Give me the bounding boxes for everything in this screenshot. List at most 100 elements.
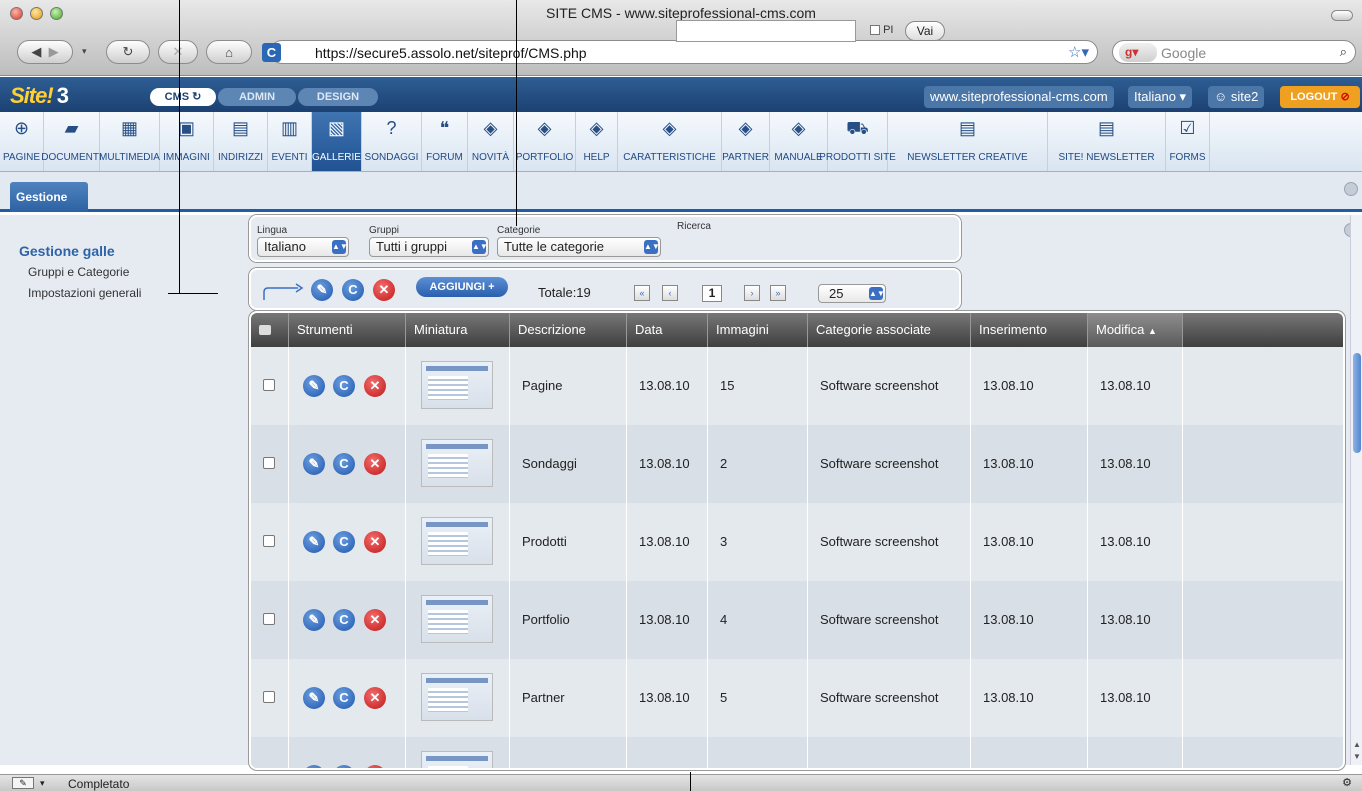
toolbar-multimedia[interactable]: ▦ MULTIMEDIA xyxy=(99,112,160,171)
row-checkbox[interactable] xyxy=(263,379,275,391)
language-select[interactable]: Italiano ▾ xyxy=(1128,86,1193,108)
add-button[interactable]: AGGIUNGI + xyxy=(416,277,508,297)
delete-button[interactable]: ✕ xyxy=(364,375,386,397)
copy-button[interactable]: C xyxy=(333,375,355,397)
copy-button[interactable]: C xyxy=(333,453,355,475)
last-page-button[interactable]: » xyxy=(770,285,786,301)
toolbar-site-newsletter[interactable]: ▤ SITE! NEWSLETTER xyxy=(1048,112,1166,171)
toolbar-partner[interactable]: ◈ PARTNER xyxy=(722,112,770,171)
bulk-delete-button[interactable]: ✕ xyxy=(373,279,395,301)
descrizione-cell[interactable]: Partner xyxy=(510,659,627,737)
scroll-down-icon[interactable]: ▼ xyxy=(1353,752,1361,761)
toolbar-gallerie[interactable]: ▧ GALLERIE xyxy=(312,112,362,171)
reload-button[interactable]: ↻ xyxy=(106,40,150,64)
descrizione-cell[interactable]: Novità xyxy=(510,737,627,768)
header-inserimento[interactable]: Inserimento xyxy=(971,313,1088,347)
user-link[interactable]: ☺ site2 xyxy=(1208,86,1265,108)
toolbar-help[interactable]: ◈ HELP xyxy=(576,112,618,171)
edit-button[interactable]: ✎ xyxy=(303,765,325,768)
next-page-button[interactable]: › xyxy=(744,285,760,301)
sidebar-item-gruppi-categorie[interactable]: Gruppi e Categorie xyxy=(28,265,129,279)
row-checkbox[interactable] xyxy=(263,691,275,703)
toolbar-newsletter-creative[interactable]: ▤ NEWSLETTER CREATIVE xyxy=(888,112,1048,171)
thumbnail-image[interactable] xyxy=(421,673,493,721)
address-bar[interactable]: C https://secure5.assolo.net/siteprof/CM… xyxy=(262,40,1098,64)
delete-button[interactable]: ✕ xyxy=(364,531,386,553)
stop-button[interactable]: ✕ xyxy=(158,40,198,64)
bulk-copy-button[interactable]: C xyxy=(342,279,364,301)
thumbnail-image[interactable] xyxy=(421,595,493,643)
logout-button[interactable]: LOGOUT ⊘ xyxy=(1280,86,1360,108)
row-checkbox[interactable] xyxy=(263,769,275,770)
header-data[interactable]: Data xyxy=(627,313,708,347)
header-modifica[interactable]: Modifica ▲ xyxy=(1088,313,1183,347)
toolbar-eventi[interactable]: ▥ EVENTI xyxy=(268,112,312,171)
bookmark-star-icon[interactable]: ☆▾ xyxy=(1068,43,1089,61)
mode-design-button[interactable]: DESIGN xyxy=(298,88,378,106)
header-strumenti[interactable]: Strumenti xyxy=(289,313,406,347)
mode-cms-button[interactable]: CMS ↻ xyxy=(150,88,216,106)
descrizione-cell[interactable]: Pagine xyxy=(510,347,627,425)
delete-button[interactable]: ✕ xyxy=(364,609,386,631)
per-page-select[interactable]: 25 ▲▼ xyxy=(818,284,886,303)
toolbar-portfolio[interactable]: ◈ PORTFOLIO xyxy=(514,112,576,171)
table-row[interactable]: ✎ C ✕ Partner 13.08.10 5 Software screenshot 13… xyxy=(251,659,1343,737)
header-categorie-associate[interactable]: Categorie associate xyxy=(808,313,971,347)
search-box[interactable]: g▾ Google ⌕ xyxy=(1112,40,1356,64)
gruppi-select[interactable]: Tutti i gruppi ▲▼ xyxy=(369,237,489,257)
header-miniatura[interactable]: Miniatura xyxy=(406,313,510,347)
toolbar-prodotti-site[interactable]: ⛟ PRODOTTI SITE xyxy=(819,112,896,171)
delete-button[interactable]: ✕ xyxy=(364,765,386,768)
table-row[interactable]: ✎ C ✕ Pagine 13.08.10 15 Software screenshot 13… xyxy=(251,347,1343,425)
edit-button[interactable]: ✎ xyxy=(303,687,325,709)
toolbar-sondaggi[interactable]: ? SONDAGGI xyxy=(362,112,422,171)
copy-button[interactable]: C xyxy=(333,687,355,709)
toolbar-pagine[interactable]: ⊕ PAGINE xyxy=(0,112,44,171)
vai-button[interactable]: Vai xyxy=(905,21,945,41)
row-checkbox[interactable] xyxy=(263,457,275,469)
mode-admin-button[interactable]: ADMIN xyxy=(218,88,296,106)
edit-button[interactable]: ✎ xyxy=(303,531,325,553)
copy-button[interactable]: C xyxy=(333,765,355,768)
thumbnail-image[interactable] xyxy=(421,439,493,487)
descrizione-cell[interactable]: Prodotti xyxy=(510,503,627,581)
back-forward-buttons[interactable]: ◀ ▶ xyxy=(17,40,73,64)
thumbnail-image[interactable] xyxy=(421,751,493,768)
row-checkbox[interactable] xyxy=(263,535,275,547)
tab-gestione[interactable]: Gestione xyxy=(10,182,88,212)
pi-checkbox[interactable]: PI xyxy=(870,24,893,36)
edit-button[interactable]: ✎ xyxy=(303,453,325,475)
home-button[interactable]: ⌂ xyxy=(206,40,252,64)
categorie-select[interactable]: Tutte le categorie ▲▼ xyxy=(497,237,661,257)
thumbnail-image[interactable] xyxy=(421,361,493,409)
toolbar-indirizzi[interactable]: ▤ INDIRIZZI xyxy=(214,112,268,171)
header-descrizione[interactable]: Descrizione xyxy=(510,313,627,347)
vertical-scrollbar[interactable]: ▲ ▼ xyxy=(1350,215,1362,765)
delete-button[interactable]: ✕ xyxy=(364,687,386,709)
copy-button[interactable]: C xyxy=(333,609,355,631)
row-checkbox[interactable] xyxy=(263,613,275,625)
google-logo-icon[interactable]: g▾ xyxy=(1119,43,1157,62)
status-tool-icon[interactable]: ✎ xyxy=(12,777,34,789)
site-url-link[interactable]: www.siteprofessional-cms.com xyxy=(924,86,1114,108)
descrizione-cell[interactable]: Portfolio xyxy=(510,581,627,659)
table-row[interactable]: ✎C✕Novità13.08.106Software screenshot13.… xyxy=(251,737,1343,770)
lingua-select[interactable]: Italiano ▲▼ xyxy=(257,237,349,257)
select-all-header[interactable] xyxy=(251,313,289,347)
edit-button[interactable]: ✎ xyxy=(303,609,325,631)
toolbar-toggle-button[interactable] xyxy=(1331,10,1353,21)
edit-button[interactable]: ✎ xyxy=(303,375,325,397)
header-immagini[interactable]: Immagini xyxy=(708,313,808,347)
current-page[interactable]: 1 xyxy=(702,285,722,302)
prev-page-button[interactable]: ‹ xyxy=(662,285,678,301)
scroll-up-icon[interactable]: ▲ xyxy=(1353,740,1361,749)
first-page-button[interactable]: « xyxy=(634,285,650,301)
bulk-edit-button[interactable]: ✎ xyxy=(311,279,333,301)
copy-button[interactable]: C xyxy=(333,531,355,553)
toolbar-novità[interactable]: ◈ NOVITÀ xyxy=(468,112,514,171)
status-dropdown-icon[interactable]: ▾ xyxy=(40,778,45,789)
search-icon[interactable]: ⌕ xyxy=(1340,44,1347,60)
toolbar-immagini[interactable]: ▣ IMMAGINI xyxy=(160,112,214,171)
thumbnail-image[interactable] xyxy=(421,517,493,565)
table-row[interactable]: ✎ C ✕ Portfolio 13.08.10 4 Software screenshot… xyxy=(251,581,1343,659)
